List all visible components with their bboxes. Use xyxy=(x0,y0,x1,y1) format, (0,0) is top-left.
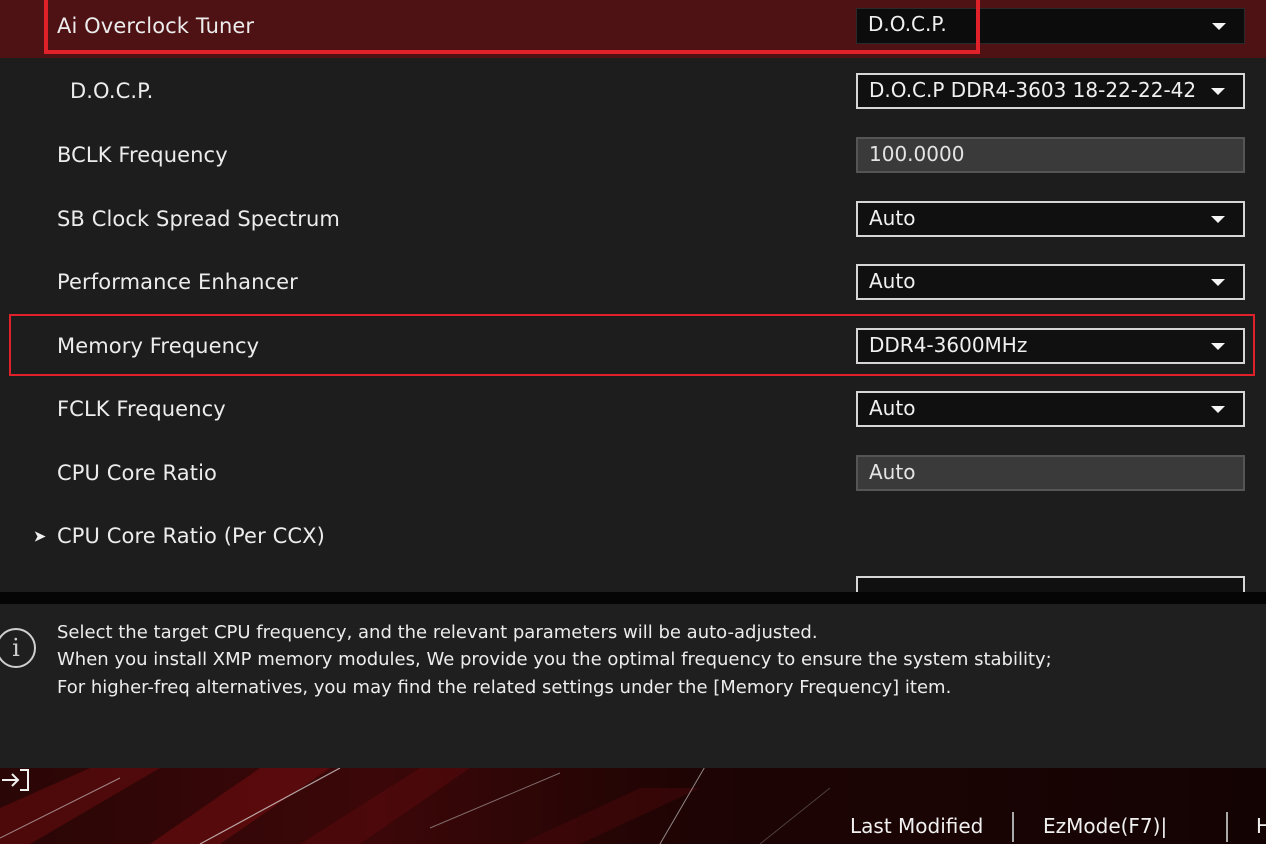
chevron-down-icon xyxy=(1211,406,1225,413)
dropdown-value: Auto xyxy=(869,206,916,230)
fclk-frequency-dropdown[interactable]: Auto xyxy=(856,391,1245,427)
dropdown-value: Auto xyxy=(869,269,916,293)
submenu-label: CPU Core Ratio (Per CCX) xyxy=(57,524,325,548)
chevron-down-icon xyxy=(1212,23,1226,30)
setting-label: Performance Enhancer xyxy=(57,270,298,294)
dropdown-value: DDR4-3600MHz xyxy=(869,333,1028,357)
settings-panel: Ai Overclock Tuner D.O.C.P. D.O.C.P. D.O… xyxy=(0,0,1266,592)
ezmode-button[interactable]: EzMode(F7)| xyxy=(1043,814,1167,838)
setting-row-bclk-frequency[interactable]: BCLK Frequency 100.0000 xyxy=(0,123,1266,187)
ai-overclock-tuner-dropdown[interactable]: D.O.C.P. xyxy=(856,8,1245,44)
setting-row-cpu-core-ratio[interactable]: CPU Core Ratio Auto xyxy=(0,441,1266,505)
performance-enhancer-dropdown[interactable]: Auto xyxy=(856,264,1245,300)
dropdown-value: D.O.C.P. xyxy=(868,12,947,36)
setting-label: D.O.C.P. xyxy=(70,79,154,103)
field-value: 100.0000 xyxy=(869,142,965,166)
setting-row-ai-overclock-tuner[interactable]: Ai Overclock Tuner D.O.C.P. xyxy=(0,0,1266,58)
setting-label: SB Clock Spread Spectrum xyxy=(57,207,340,231)
help-text-line: Select the target CPU frequency, and the… xyxy=(57,622,818,643)
setting-row-performance-enhancer[interactable]: Performance Enhancer Auto xyxy=(0,250,1266,314)
cpu-core-ratio-field[interactable]: Auto xyxy=(856,455,1245,491)
docp-profile-dropdown[interactable]: D.O.C.P DDR4-3603 18-22-22-42 xyxy=(856,73,1245,109)
setting-label: FCLK Frequency xyxy=(57,397,226,421)
exit-icon xyxy=(2,769,29,791)
footer-bar: Last Modified EzMode(F7)| H xyxy=(0,768,1266,844)
submenu-arrow-icon: ➤ xyxy=(33,526,47,546)
partial-dropdown[interactable] xyxy=(856,576,1245,592)
chevron-down-icon xyxy=(1211,88,1225,95)
setting-row-memory-frequency[interactable]: Memory Frequency DDR4-3600MHz xyxy=(0,314,1266,378)
field-value: Auto xyxy=(869,460,916,484)
setting-row-sb-clock-spread-spectrum[interactable]: SB Clock Spread Spectrum Auto xyxy=(0,187,1266,251)
setting-row-fclk-frequency[interactable]: FCLK Frequency Auto xyxy=(0,377,1266,441)
memory-frequency-dropdown[interactable]: DDR4-3600MHz xyxy=(856,328,1245,364)
bclk-frequency-field[interactable]: 100.0000 xyxy=(856,137,1245,173)
help-text-line: When you install XMP memory modules, We … xyxy=(57,649,1052,670)
help-text-line: For higher-freq alternatives, you may fi… xyxy=(57,677,952,698)
last-modified-button[interactable]: Last Modified xyxy=(850,814,983,838)
setting-label: CPU Core Ratio xyxy=(57,461,217,485)
hotkeys-button-partial[interactable]: H xyxy=(1256,814,1266,838)
setting-row-docp[interactable]: D.O.C.P. D.O.C.P DDR4-3603 18-22-22-42 xyxy=(0,59,1266,123)
setting-label: Memory Frequency xyxy=(57,334,260,358)
sb-clock-spread-spectrum-dropdown[interactable]: Auto xyxy=(856,201,1245,237)
setting-label: Ai Overclock Tuner xyxy=(57,14,255,38)
submenu-cpu-core-ratio-per-ccx[interactable]: ➤ CPU Core Ratio (Per CCX) xyxy=(0,504,1266,568)
setting-label: BCLK Frequency xyxy=(57,143,228,167)
chevron-down-icon xyxy=(1211,343,1225,350)
chevron-down-icon xyxy=(1211,279,1225,286)
footer-separator xyxy=(1226,812,1228,842)
dropdown-value: Auto xyxy=(869,396,916,420)
dropdown-value: D.O.C.P DDR4-3603 18-22-22-42 xyxy=(869,78,1197,102)
chevron-down-icon xyxy=(1211,216,1225,223)
footer-separator xyxy=(1012,812,1014,842)
panel-divider xyxy=(0,592,1266,604)
